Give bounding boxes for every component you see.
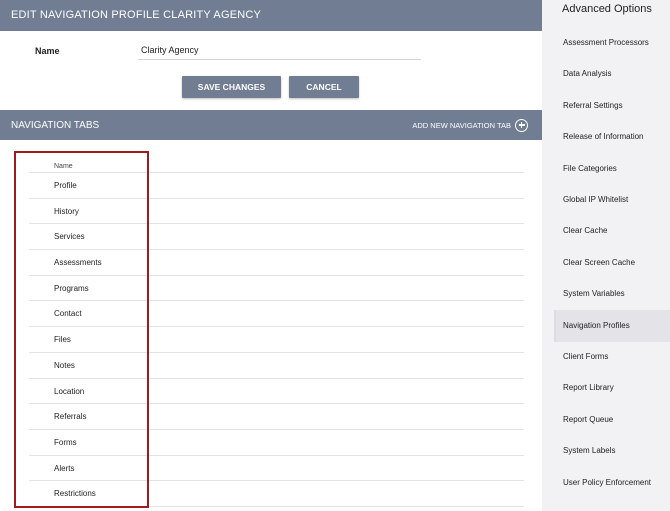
- sidebar-item-client-forms[interactable]: Client Forms: [554, 341, 670, 373]
- tab-row[interactable]: Referrals: [29, 404, 524, 430]
- add-navigation-tab-button[interactable]: ADD NEW NAVIGATION TAB: [412, 117, 528, 133]
- sidebar-title: Advanced Options: [562, 3, 652, 15]
- name-label: Name: [35, 46, 60, 56]
- name-field[interactable]: [138, 41, 421, 60]
- tab-row[interactable]: Profile: [29, 173, 524, 199]
- save-changes-button[interactable]: SAVE CHANGES: [182, 76, 281, 98]
- plus-circle-icon: [515, 118, 528, 132]
- sidebar-item-user-policy-enforcement[interactable]: User Policy Enforcement: [554, 467, 670, 499]
- column-header-name: Name: [29, 160, 524, 173]
- tab-row[interactable]: Alerts: [29, 456, 524, 482]
- tab-row[interactable]: History: [29, 199, 524, 225]
- tab-row[interactable]: Notes: [29, 353, 524, 379]
- sidebar-item-file-categories[interactable]: File Categories: [554, 153, 670, 185]
- page-header: EDIT NAVIGATION PROFILE CLARITY AGENCY: [0, 0, 542, 31]
- main-content: EDIT NAVIGATION PROFILE CLARITY AGENCY N…: [0, 0, 542, 511]
- name-row: Name: [0, 38, 542, 68]
- sidebar-item-assessment-processors[interactable]: Assessment Processors: [554, 27, 670, 59]
- sidebar-item-clear-cache[interactable]: Clear Cache: [554, 215, 670, 247]
- tab-row[interactable]: Location: [29, 379, 524, 405]
- tab-row[interactable]: Forms: [29, 430, 524, 456]
- navigation-tabs-header: NAVIGATION TABS ADD NEW NAVIGATION TAB: [0, 110, 542, 140]
- page-title: EDIT NAVIGATION PROFILE CLARITY AGENCY: [11, 9, 262, 21]
- sidebar-item-global-ip-whitelist[interactable]: Global IP Whitelist: [554, 184, 670, 216]
- navigation-tabs-table: Name Profile History Services Assessments Pr…: [29, 160, 524, 507]
- tab-row[interactable]: Services: [29, 224, 524, 251]
- sidebar-item-clear-screen-cache[interactable]: Clear Screen Cache: [554, 247, 670, 279]
- cancel-button[interactable]: CANCEL: [289, 76, 359, 98]
- sidebar-item-report-queue[interactable]: Report Queue: [554, 404, 670, 436]
- tab-row[interactable]: Files: [29, 327, 524, 353]
- navigation-tabs-title: NAVIGATION TABS: [11, 120, 100, 131]
- sidebar-item-system-labels[interactable]: System Labels: [554, 435, 670, 467]
- tab-row[interactable]: Restrictions: [29, 481, 524, 507]
- advanced-options-sidebar: Advanced Options Assessment Processors Da…: [542, 0, 670, 511]
- sidebar-item-system-variables[interactable]: System Variables: [554, 278, 670, 310]
- tab-row[interactable]: Programs: [29, 276, 524, 302]
- tab-row[interactable]: Assessments: [29, 250, 524, 276]
- tab-row[interactable]: Contact: [29, 301, 524, 328]
- sidebar-item-navigation-profiles[interactable]: Navigation Profiles: [554, 309, 670, 342]
- add-navigation-tab-label: ADD NEW NAVIGATION TAB: [412, 120, 511, 130]
- sidebar-item-release-of-information[interactable]: Release of Information: [554, 121, 670, 153]
- sidebar-item-report-library[interactable]: Report Library: [554, 372, 670, 404]
- sidebar-item-referral-settings[interactable]: Referral Settings: [554, 90, 670, 122]
- sidebar-item-data-analysis[interactable]: Data Analysis: [554, 58, 670, 90]
